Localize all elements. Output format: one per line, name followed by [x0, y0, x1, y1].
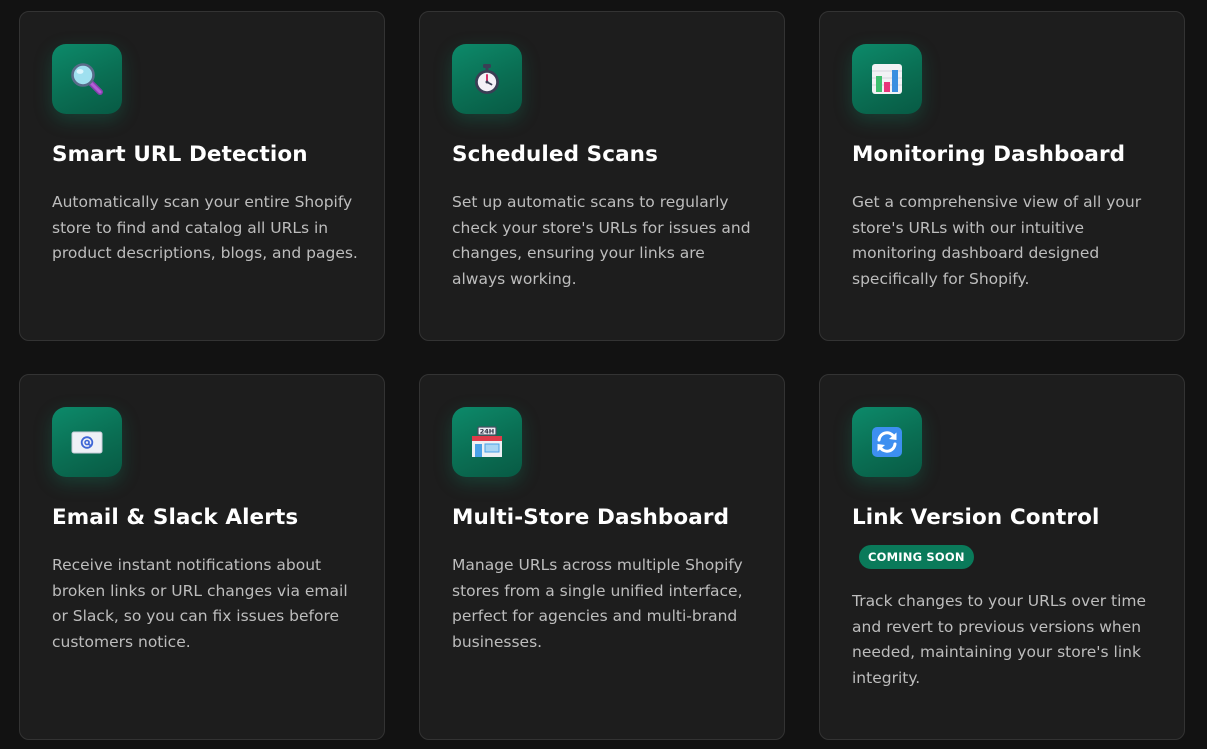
- feature-card-smart-url-detection: Smart URL Detection Automatically scan y…: [19, 11, 385, 341]
- feature-title: Scheduled Scans: [452, 142, 658, 167]
- svg-text:24H: 24H: [480, 428, 495, 436]
- feature-title: Link Version Control: [852, 505, 1100, 530]
- feature-card-multi-store-dashboard: 24H Multi-Store Dashboard Manage URLs ac…: [419, 374, 785, 740]
- feature-icon-tile: [452, 44, 522, 114]
- feature-card-link-version-control: Link Version Control COMING SOON Track c…: [819, 374, 1185, 740]
- feature-card-scheduled-scans: Scheduled Scans Set up automatic scans t…: [419, 11, 785, 341]
- feature-icon-tile: [52, 407, 122, 477]
- feature-description: Automatically scan your entire Shopify s…: [52, 193, 358, 262]
- feature-title: Smart URL Detection: [52, 142, 308, 167]
- feature-description: Manage URLs across multiple Shopify stor…: [452, 556, 743, 651]
- stopwatch-icon: [475, 64, 499, 94]
- feature-description: Receive instant notifications about brok…: [52, 556, 348, 651]
- coming-soon-badge: COMING SOON: [859, 545, 974, 569]
- email-icon: [71, 431, 103, 454]
- store-24h-icon: 24H: [472, 426, 502, 457]
- bar-chart-icon: [872, 64, 902, 94]
- feature-description: Track changes to your URLs over time and…: [852, 592, 1147, 687]
- feature-description: Set up automatic scans to regularly chec…: [452, 193, 751, 288]
- feature-icon-tile: [852, 44, 922, 114]
- feature-title: Monitoring Dashboard: [852, 142, 1126, 167]
- feature-icon-tile: [52, 44, 122, 114]
- feature-card-monitoring-dashboard: Monitoring Dashboard Get a comprehensive…: [819, 11, 1185, 341]
- feature-icon-tile: [852, 407, 922, 477]
- feature-card-email-slack-alerts: Email & Slack Alerts Receive instant not…: [19, 374, 385, 740]
- sync-arrows-icon: [872, 427, 902, 457]
- feature-title: Email & Slack Alerts: [52, 505, 299, 530]
- features-grid: Smart URL Detection Automatically scan y…: [0, 0, 1207, 749]
- feature-title: Multi-Store Dashboard: [452, 505, 730, 530]
- feature-description: Get a comprehensive view of all your sto…: [852, 193, 1142, 288]
- feature-icon-tile: 24H: [452, 407, 522, 477]
- magnifying-glass-icon: [71, 63, 103, 95]
